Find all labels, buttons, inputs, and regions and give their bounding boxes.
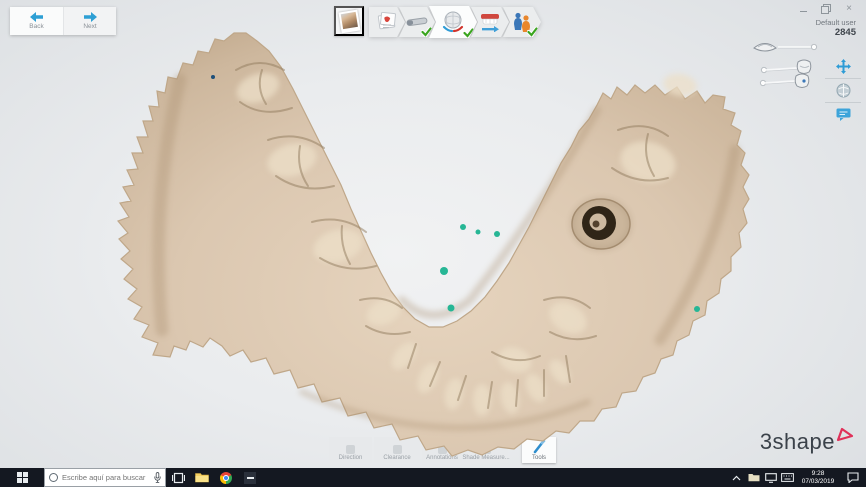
file-explorer-button[interactable] (190, 468, 214, 487)
move-arrows-icon (836, 59, 851, 74)
clearance-icon (393, 445, 402, 454)
shade-measure-icon (482, 445, 491, 454)
clock-date: 07/03/2019 (796, 478, 840, 486)
workflow-steps (369, 6, 541, 38)
bite-scan-slider[interactable] (760, 74, 808, 88)
3shape-logo: 3shape (760, 429, 854, 455)
viewport-tool-column (824, 55, 862, 126)
windows-taskbar: 9:28 07/03/2019 (0, 468, 866, 487)
annotations-icon (438, 445, 447, 454)
globe-icon (836, 83, 851, 98)
move-tool-button[interactable] (824, 55, 862, 78)
scan-hole-markers (211, 75, 700, 312)
chrome-button[interactable] (214, 468, 238, 487)
user-info: Default user 2845 (816, 18, 856, 38)
keyboard-icon (781, 473, 794, 482)
step-scan-review[interactable] (429, 6, 477, 38)
chrome-icon (220, 472, 232, 484)
system-tray: 9:28 07/03/2019 (728, 468, 866, 487)
shade-measure-button[interactable]: Shade Measure... (464, 437, 508, 463)
next-arrow-icon (83, 12, 97, 22)
implant-hole (572, 199, 630, 249)
3shape-triangle-icon (836, 427, 854, 442)
tools-pen-icon (532, 440, 546, 454)
scan-app-button[interactable] (238, 468, 262, 487)
bottom-toolbar: Direction Clearance Annotations Shade Me… (329, 437, 556, 463)
display-icon (765, 473, 777, 483)
wizard-nav: Back Next (10, 7, 116, 35)
next-button[interactable]: Next (63, 7, 116, 35)
lower-jaw-slider[interactable] (761, 60, 810, 74)
taskbar-apps (166, 468, 262, 487)
scan-viewport[interactable]: Direction Clearance Annotations Shade Me… (0, 0, 866, 468)
folder-icon (195, 472, 209, 483)
restore-icon[interactable] (821, 4, 831, 14)
window-controls: × (798, 4, 854, 14)
back-arrow-icon (30, 12, 44, 22)
orbit-tool-button[interactable] (824, 79, 862, 102)
order-form-icon (376, 12, 398, 32)
chevron-up-icon (732, 475, 741, 481)
application-window: Direction Clearance Annotations Shade Me… (0, 0, 866, 487)
cortana-icon (49, 473, 58, 482)
direction-button[interactable]: Direction (329, 437, 372, 463)
check-icon (527, 27, 538, 37)
step-order-form[interactable] (369, 7, 405, 37)
jaw-arch-mesh (118, 33, 749, 456)
microphone-icon[interactable] (154, 472, 161, 483)
user-name: Default user (816, 18, 856, 27)
windows-logo-icon (17, 472, 28, 483)
scan-sphere-icon (441, 10, 465, 34)
tray-folder-icon (748, 473, 760, 482)
task-view-button[interactable] (166, 468, 190, 487)
direction-icon (346, 445, 355, 454)
upper-jaw-slider[interactable] (754, 44, 817, 52)
patient-photo-button[interactable] (334, 6, 364, 36)
minimize-icon[interactable] (798, 4, 808, 14)
start-button[interactable] (0, 468, 44, 487)
clock-time: 9:28 (796, 470, 840, 478)
tray-chevron-button[interactable] (728, 468, 745, 487)
action-center-icon (847, 472, 859, 483)
tools-button[interactable]: Tools (522, 437, 556, 463)
logo-text: 3shape (760, 429, 835, 455)
patient-photo-icon (338, 9, 360, 33)
annotations-button[interactable]: Annotations (422, 437, 462, 463)
tray-display-button[interactable] (762, 468, 779, 487)
close-icon[interactable]: × (844, 4, 854, 14)
task-view-icon (172, 472, 185, 484)
tray-keyboard-button[interactable] (779, 468, 796, 487)
taskbar-clock[interactable]: 9:28 07/03/2019 (796, 469, 840, 486)
action-center-button[interactable] (840, 468, 866, 487)
back-button[interactable]: Back (10, 7, 63, 35)
clearance-button[interactable]: Clearance (374, 437, 420, 463)
comment-bubble-icon (836, 108, 851, 121)
user-id: 2845 (816, 27, 856, 38)
jaw-3d-model[interactable] (0, 0, 866, 468)
occlusion-teeth-icon (478, 12, 502, 32)
search-input[interactable] (62, 473, 150, 482)
tray-folder-button[interactable] (745, 468, 762, 487)
comment-tool-button[interactable] (824, 103, 862, 126)
scan-app-icon (244, 472, 256, 484)
taskbar-search[interactable] (44, 468, 166, 487)
